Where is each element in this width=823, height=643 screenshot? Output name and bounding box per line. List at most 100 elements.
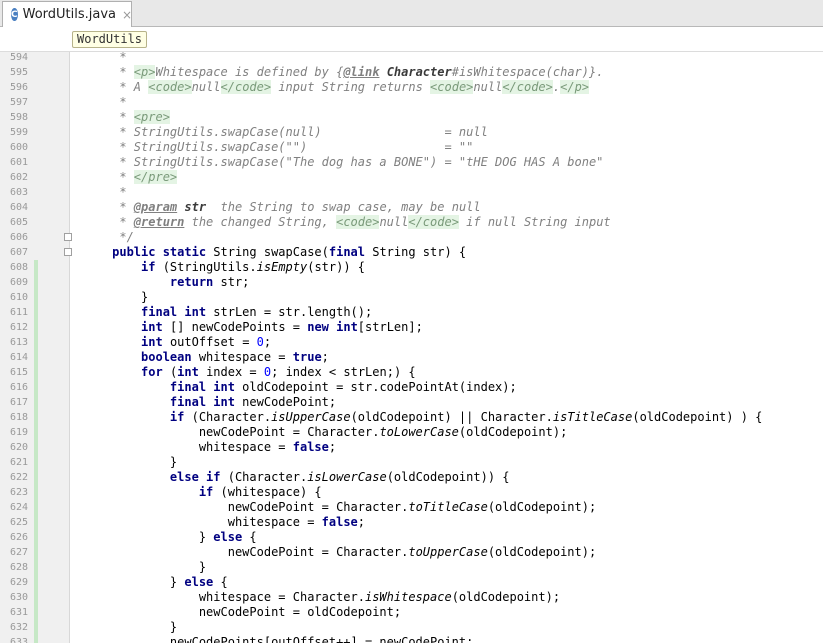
line-number: 600: [9, 142, 28, 153]
code-line: 618 if (Character.isUpperCase(oldCodepoi…: [0, 410, 823, 425]
code-token: @param: [133, 200, 178, 214]
code-token: String str) {: [365, 245, 467, 259]
code-text: } else {: [76, 530, 257, 545]
code-token: if: [169, 410, 185, 424]
change-marker[interactable]: [34, 335, 38, 350]
code-line: 597 *: [0, 95, 823, 110]
line-number: 601: [9, 157, 28, 168]
change-marker[interactable]: [34, 470, 38, 485]
code-token: <p>: [133, 65, 156, 79]
change-marker[interactable]: [34, 290, 38, 305]
fold-toggle-icon[interactable]: [64, 233, 72, 241]
line-number: 631: [9, 607, 28, 618]
change-marker[interactable]: [34, 590, 38, 605]
code-text: } else {: [76, 575, 228, 590]
code-token: for: [141, 365, 163, 379]
code-text: * A <code>null</code> input String retur…: [76, 80, 590, 95]
change-marker[interactable]: [34, 560, 38, 575]
code-line: 633 newCodePoints[outOffset++] = newCode…: [0, 635, 823, 643]
code-text: int [] newCodePoints = new int[strLen];: [76, 320, 423, 335]
line-number: 605: [9, 217, 28, 228]
code-token: if null String input: [458, 215, 611, 229]
editor-tab-bar: C WordUtils.java ×: [0, 0, 823, 27]
change-marker[interactable]: [34, 305, 38, 320]
change-marker[interactable]: [34, 380, 38, 395]
code-token: @link: [343, 65, 380, 79]
change-marker[interactable]: [34, 575, 38, 590]
line-number: 617: [9, 397, 28, 408]
code-token: *: [76, 95, 127, 109]
line-number: 614: [9, 352, 28, 363]
code-line: 628 }: [0, 560, 823, 575]
change-marker[interactable]: [34, 635, 38, 643]
code-token: (oldCodepoint);: [487, 500, 597, 514]
code-line: 615 for (int index = 0; index < strLen;)…: [0, 365, 823, 380]
code-token: ;: [263, 335, 272, 349]
code-token: whitespace =: [191, 350, 293, 364]
code-token: (oldCodepoint);: [451, 590, 561, 604]
code-text: final int oldCodepoint = str.codePointAt…: [76, 380, 517, 395]
breadcrumb-class[interactable]: WordUtils: [72, 31, 148, 48]
code-token: final int: [141, 305, 207, 319]
code-editor[interactable]: 594 * 595 * <p>Whitespace is defined by …: [0, 52, 823, 643]
code-token: else if: [169, 470, 221, 484]
change-marker[interactable]: [34, 515, 38, 530]
code-text: return str;: [76, 275, 249, 290]
change-marker[interactable]: [34, 320, 38, 335]
change-marker[interactable]: [34, 395, 38, 410]
code-line: 622 else if (Character.isLowerCase(oldCo…: [0, 470, 823, 485]
code-token: the changed String,: [184, 215, 337, 229]
code-token: whitespace = Character.: [76, 590, 365, 604]
code-token: {: [242, 530, 257, 544]
code-text: int outOffset = 0;: [76, 335, 271, 350]
change-marker[interactable]: [34, 260, 38, 275]
close-icon[interactable]: ×: [122, 8, 132, 22]
line-number: 622: [9, 472, 28, 483]
code-token: null: [191, 80, 221, 94]
breadcrumb-bar: WordUtils: [0, 27, 823, 52]
line-number: 612: [9, 322, 28, 333]
code-text: * </pre>: [76, 170, 178, 185]
file-tab-wordutils[interactable]: C WordUtils.java ×: [2, 1, 132, 27]
change-marker[interactable]: [34, 500, 38, 515]
code-text: whitespace = false;: [76, 440, 336, 455]
code-line: 603 *: [0, 185, 823, 200]
change-marker[interactable]: [34, 605, 38, 620]
change-marker[interactable]: [34, 350, 38, 365]
code-token: index =: [198, 365, 264, 379]
change-marker[interactable]: [34, 365, 38, 380]
code-token: newCodePoint = Character.: [76, 500, 409, 514]
line-number: 594: [9, 52, 28, 63]
code-token: ;: [357, 515, 365, 529]
code-token: * A: [76, 80, 149, 94]
change-marker[interactable]: [34, 485, 38, 500]
line-number: 611: [9, 307, 28, 318]
fold-toggle-icon[interactable]: [64, 248, 72, 256]
code-token: if: [141, 260, 156, 274]
code-line: 606 */: [0, 230, 823, 245]
code-line: 626 } else {: [0, 530, 823, 545]
change-marker[interactable]: [34, 440, 38, 455]
code-text: *: [76, 52, 134, 65]
code-text: if (Character.isUpperCase(oldCodepoint) …: [76, 410, 762, 425]
code-line: 594 *: [0, 52, 823, 65]
code-line: 619 newCodePoint = Character.toLowerCase…: [0, 425, 823, 440]
change-marker[interactable]: [34, 530, 38, 545]
change-marker[interactable]: [34, 275, 38, 290]
code-token: final int: [169, 380, 235, 394]
change-marker[interactable]: [34, 410, 38, 425]
change-marker[interactable]: [34, 425, 38, 440]
code-token: isEmpty: [256, 260, 308, 274]
change-marker[interactable]: [34, 545, 38, 560]
code-text: newCodePoint = Character.toTitleCase(old…: [76, 500, 597, 515]
code-token: isUpperCase: [271, 410, 351, 424]
code-token: *: [76, 185, 127, 199]
change-marker[interactable]: [34, 455, 38, 470]
line-number: 625: [9, 517, 28, 528]
change-marker[interactable]: [34, 620, 38, 635]
code-token: toLowerCase: [379, 425, 459, 439]
